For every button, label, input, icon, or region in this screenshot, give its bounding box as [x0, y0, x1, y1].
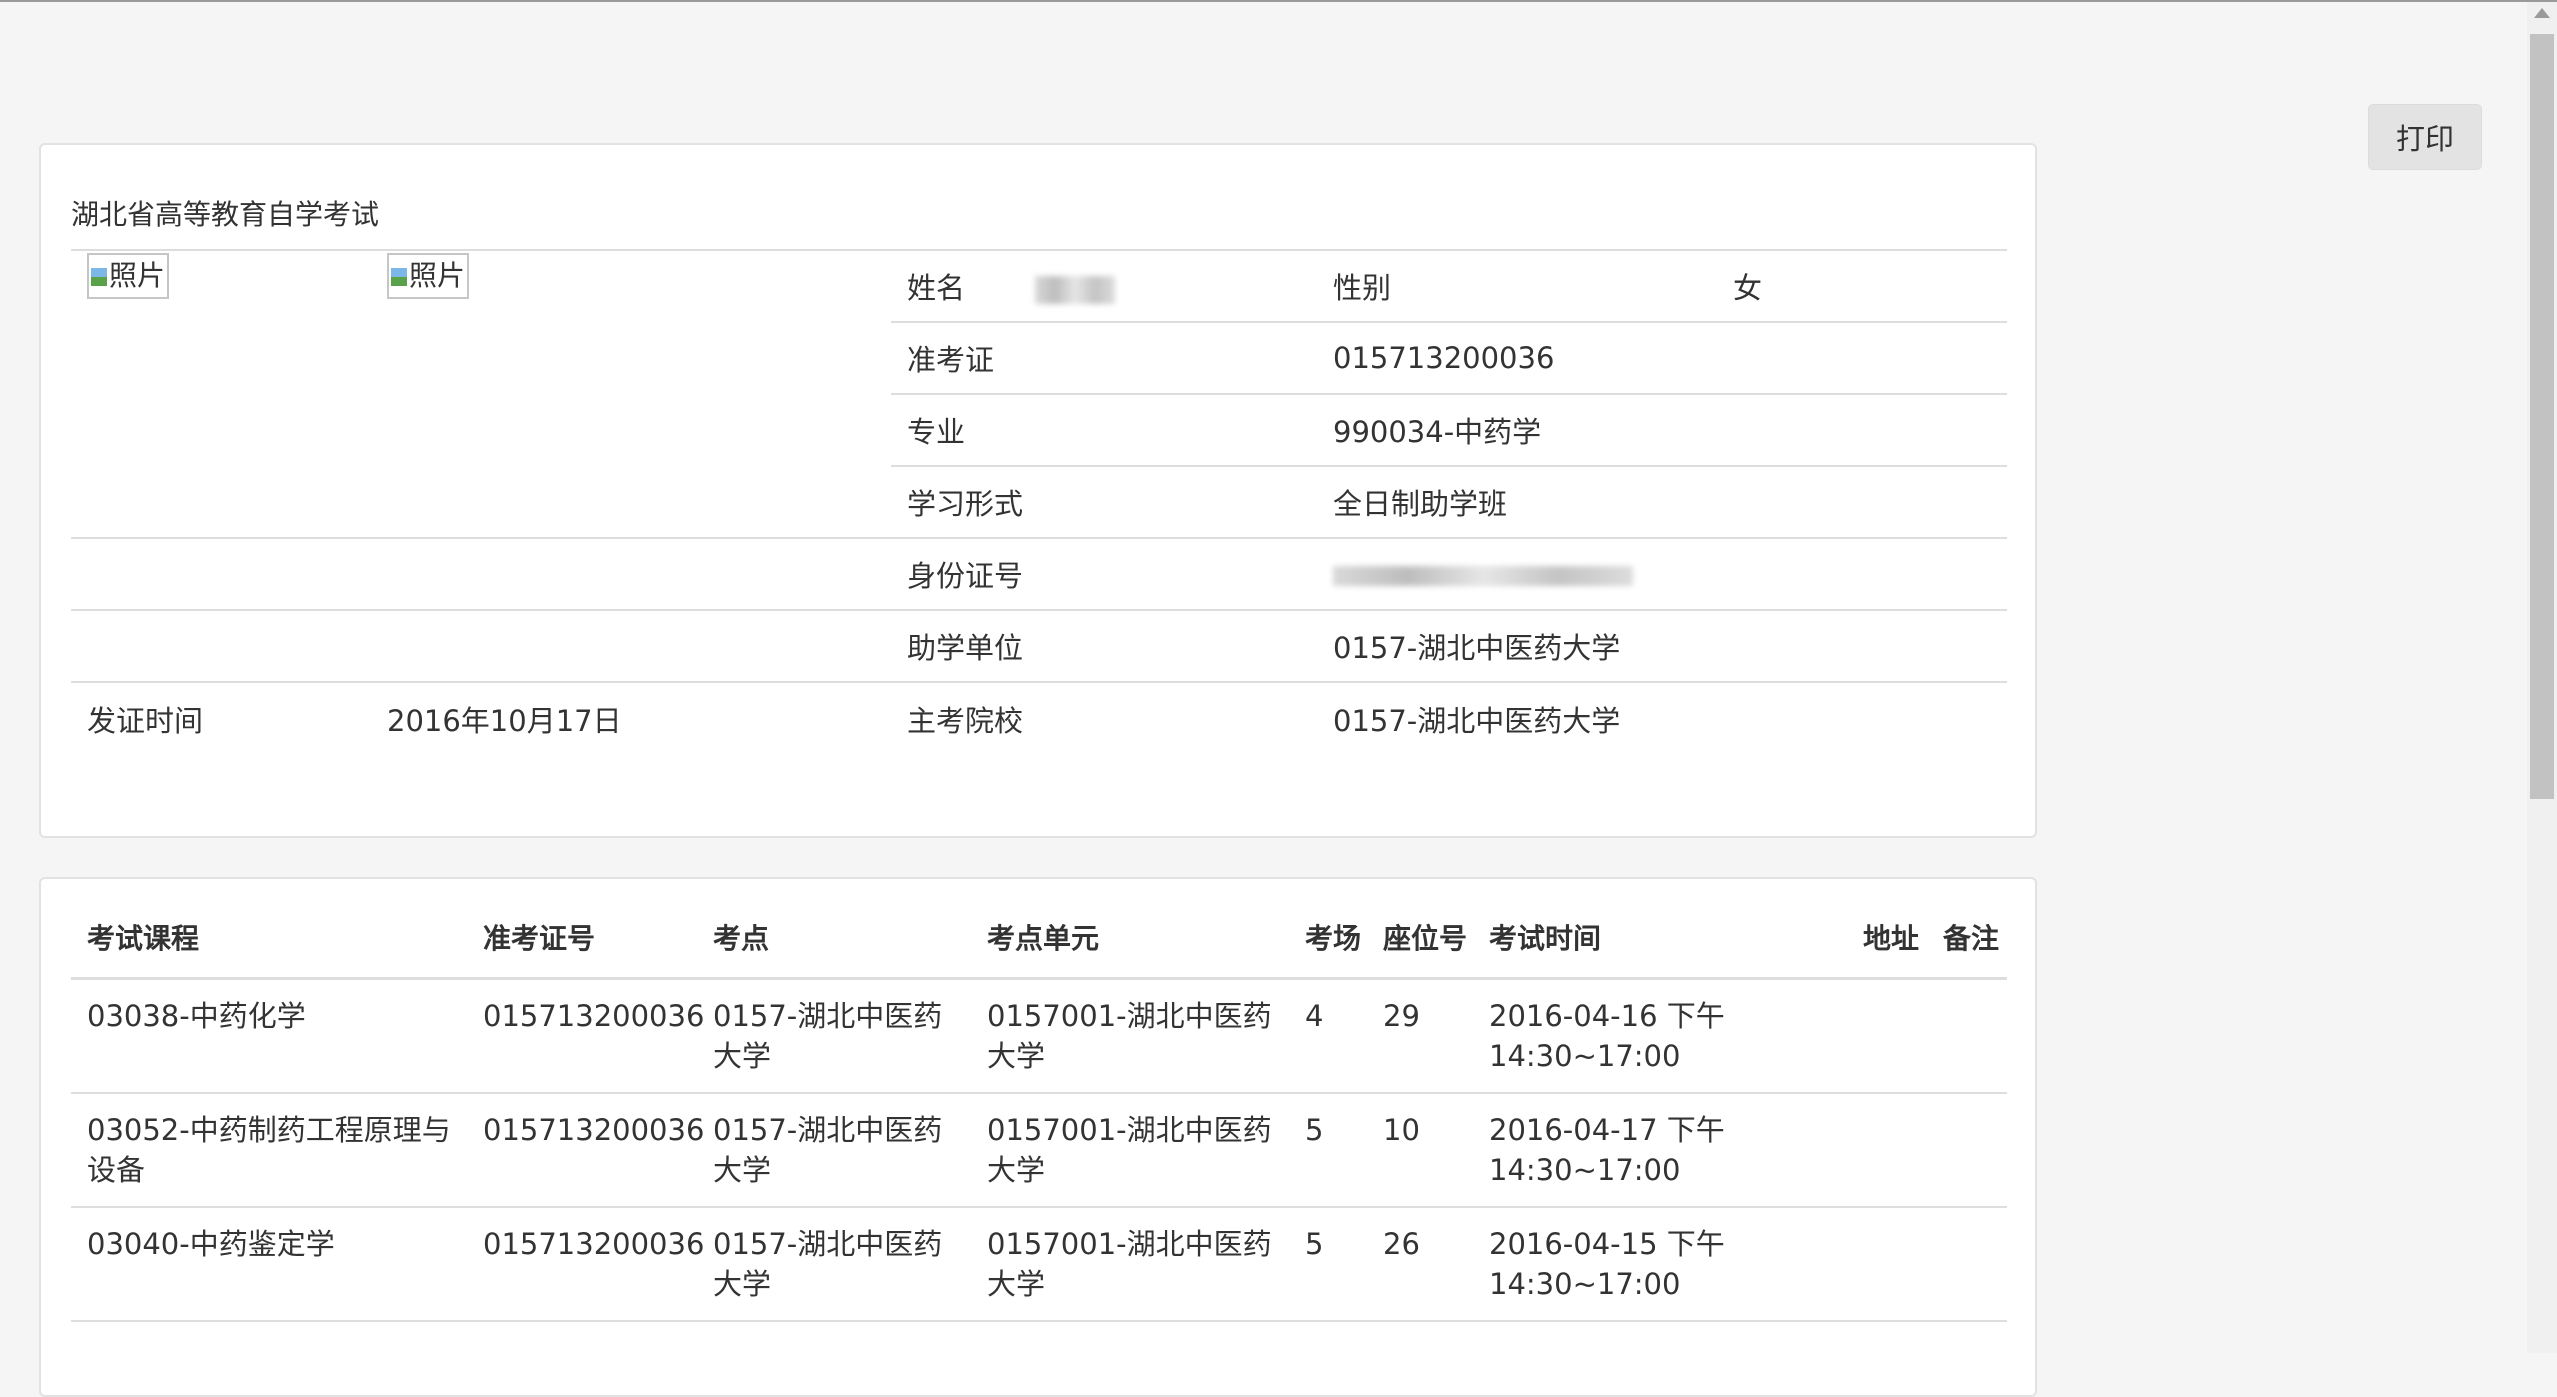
empty-cell: [371, 537, 891, 610]
cell-unit: 0157001-湖北中医药大学: [971, 1207, 1289, 1322]
cell-seat: 10: [1367, 1093, 1473, 1208]
photo-alt-text: 照片: [409, 259, 466, 292]
ticket-label: 准考证: [891, 321, 1317, 394]
cell-seat: 29: [1367, 978, 1473, 1094]
school-label: 主考院校: [891, 681, 1317, 754]
table-row: 03052-中药制药工程原理与设备 015713200036 0157-湖北中医…: [71, 1093, 2007, 1208]
photo-alt-text: 照片: [109, 259, 166, 292]
empty-cell: [371, 322, 891, 394]
scrollbar-thumb[interactable]: [2530, 34, 2554, 799]
cell-unit: 0157001-湖北中医药大学: [971, 1093, 1289, 1208]
header-course: 考试课程: [71, 919, 467, 980]
cell-room: 5: [1289, 1093, 1367, 1208]
header-site: 考点: [697, 919, 971, 980]
cell-time: 2016-04-15 下午 14:30~17:00: [1473, 1207, 1847, 1322]
issue-value: 2016年10月17日: [371, 681, 891, 754]
photo-cell-2: 照片: [371, 249, 891, 322]
cell-course: 03038-中药化学: [71, 978, 467, 1094]
cell-ticket: 015713200036: [467, 1207, 704, 1322]
name-label-text: 姓名: [907, 271, 966, 305]
cell-address: [1847, 978, 1927, 1094]
scroll-up-arrow-icon[interactable]: [2534, 8, 2550, 18]
gender-label: 性别: [1317, 249, 1717, 322]
cell-time: 2016-04-16 下午 14:30~17:00: [1473, 978, 1847, 1094]
header-address: 地址: [1847, 919, 1927, 980]
header-time: 考试时间: [1473, 919, 1847, 980]
empty-cell: [1717, 465, 2007, 538]
cell-seat: 26: [1367, 1207, 1473, 1322]
cell-ticket: 015713200036: [467, 978, 704, 1094]
empty-cell: [371, 394, 891, 466]
empty-cell: [371, 466, 891, 538]
cell-unit: 0157001-湖北中医药大学: [971, 978, 1289, 1094]
study-form-label: 学习形式: [891, 465, 1317, 538]
cell-room: 5: [1289, 1207, 1367, 1322]
ticket-info-panel: 湖北省高等教育自学考试 照片 照片 姓名 性别 女 准考证 0157132000…: [39, 143, 2037, 838]
cell-course: 03040-中药鉴定学: [71, 1207, 467, 1322]
empty-cell: [1717, 609, 2007, 682]
broken-image-icon: [91, 268, 107, 286]
empty-cell: [71, 609, 371, 682]
gender-value: 女: [1717, 249, 2007, 322]
exam-schedule-table: 考试课程 准考证号 考点 考点单元 考场 座位号 考试时间 地址 备注 0303…: [71, 919, 2007, 1322]
major-value: 990034-中药学: [1317, 393, 1717, 466]
name-value-redacted: [1035, 276, 1116, 304]
cell-note: [1927, 1093, 2007, 1208]
cell-time: 2016-04-17 下午 14:30~17:00: [1473, 1093, 1847, 1208]
issue-label: 发证时间: [71, 681, 371, 754]
id-value: [1317, 537, 1717, 610]
cell-note: [1927, 978, 2007, 1094]
major-label: 专业: [891, 393, 1317, 466]
header-note: 备注: [1927, 919, 2007, 980]
assist-unit-label: 助学单位: [891, 609, 1317, 682]
broken-image-icon: [391, 268, 407, 286]
ticket-value: 015713200036: [1317, 321, 1717, 394]
top-border: [0, 0, 2557, 2]
cell-site: 0157-湖北中医药大学: [697, 1093, 971, 1208]
empty-cell: [71, 466, 371, 538]
exam-schedule-panel: 考试课程 准考证号 考点 考点单元 考场 座位号 考试时间 地址 备注 0303…: [39, 877, 2037, 1397]
empty-cell: [1717, 537, 2007, 610]
cell-ticket: 015713200036: [467, 1093, 704, 1208]
empty-cell: [71, 322, 371, 394]
cell-site: 0157-湖北中医药大学: [697, 978, 971, 1094]
table-row: 03040-中药鉴定学 015713200036 0157-湖北中医药大学 01…: [71, 1207, 2007, 1322]
ticket-info-table: 照片 照片 姓名 性别 女 准考证 015713200036 专业 990034…: [71, 249, 2007, 754]
cell-note: [1927, 1207, 2007, 1322]
id-value-redacted: [1333, 566, 1633, 586]
empty-cell: [371, 609, 891, 682]
print-button[interactable]: 打印: [2368, 104, 2482, 170]
empty-cell: [71, 537, 371, 610]
school-value: 0157-湖北中医药大学: [1317, 681, 1717, 754]
empty-cell: [71, 394, 371, 466]
cell-course: 03052-中药制药工程原理与设备: [71, 1093, 467, 1208]
header-ticket: 准考证号: [467, 919, 697, 980]
id-label: 身份证号: [891, 537, 1317, 610]
table-header-row: 考试课程 准考证号 考点 考点单元 考场 座位号 考试时间 地址 备注: [71, 919, 2007, 980]
table-row: 03038-中药化学 015713200036 0157-湖北中医药大学 015…: [71, 978, 2007, 1094]
cell-site: 0157-湖北中医药大学: [697, 1207, 971, 1322]
empty-cell: [1717, 681, 2007, 754]
header-unit: 考点单元: [971, 919, 1289, 980]
empty-cell: [1717, 321, 2007, 394]
photo-image: 照片: [387, 253, 470, 299]
panel-title: 湖北省高等教育自学考试: [71, 198, 380, 231]
photo-image: 照片: [87, 253, 170, 299]
study-form-value: 全日制助学班: [1317, 465, 1717, 538]
cell-address: [1847, 1093, 1927, 1208]
header-seat: 座位号: [1367, 919, 1473, 980]
photo-cell-1: 照片: [71, 249, 371, 322]
header-room: 考场: [1289, 919, 1367, 980]
empty-cell: [1717, 393, 2007, 466]
name-label: 姓名: [891, 249, 1317, 322]
cell-room: 4: [1289, 978, 1367, 1094]
assist-unit-value: 0157-湖北中医药大学: [1317, 609, 1717, 682]
cell-address: [1847, 1207, 1927, 1322]
